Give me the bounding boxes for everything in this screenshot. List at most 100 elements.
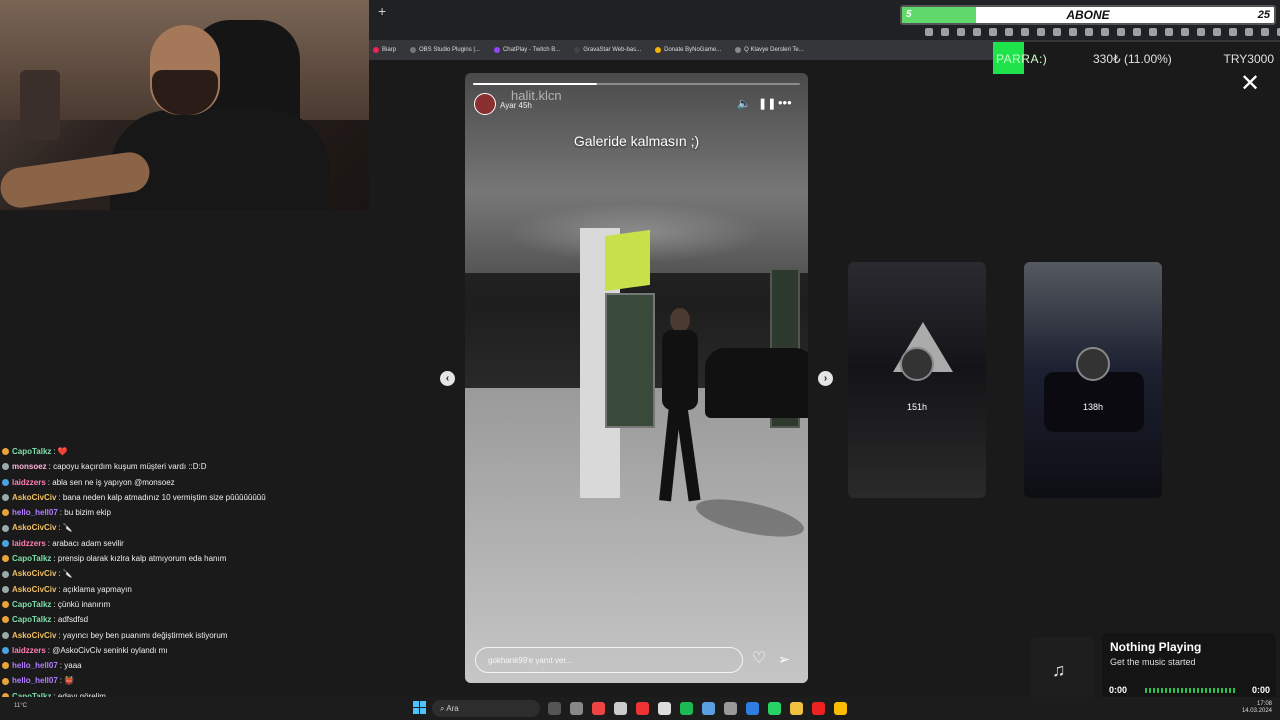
thumbnail-avatar	[900, 347, 934, 381]
chat-username[interactable]: CapoTalkz	[12, 551, 51, 566]
chat-message: AskoCivCiv: 🔪	[2, 520, 362, 535]
extension-icon[interactable]	[1149, 28, 1157, 36]
chat-username[interactable]: CapoTalkz	[12, 612, 51, 627]
chat-username[interactable]: CapoTalkz	[12, 444, 51, 459]
file-explorer-icon[interactable]	[790, 702, 803, 715]
extension-icon[interactable]	[925, 28, 933, 36]
clock-date: 14.03.2024	[1241, 708, 1272, 714]
chat-username[interactable]: AskoCivCiv	[12, 628, 56, 643]
bookmark-label: OBS Studio Plugins |...	[419, 47, 480, 53]
chat-username[interactable]: AskoCivCiv	[12, 566, 56, 581]
chat-text: : çünkü inanırım	[53, 599, 111, 609]
app-icon[interactable]	[636, 702, 649, 715]
app-icon[interactable]	[702, 702, 715, 715]
extension-icon[interactable]	[1213, 28, 1221, 36]
music-progress-bar	[1145, 688, 1237, 693]
extension-icon[interactable]	[989, 28, 997, 36]
app-icon[interactable]	[658, 702, 671, 715]
story-thumbnail[interactable]: 138h	[1024, 262, 1162, 498]
weather-widget[interactable]: 11°C	[14, 703, 27, 709]
chat-username[interactable]: hello_hell07	[12, 505, 58, 520]
bookmark-star-icon[interactable]	[973, 28, 981, 36]
chat-username[interactable]: monsoez	[12, 459, 47, 474]
extension-icon[interactable]	[941, 28, 949, 36]
extension-icon[interactable]	[1101, 28, 1109, 36]
app-icon[interactable]	[614, 702, 627, 715]
bookmark-label: GravaStar Web-bas...	[583, 47, 642, 53]
app-icon[interactable]	[746, 702, 759, 715]
chat-message: CapoTalkz: prensip olarak kızlra kalp at…	[2, 551, 362, 566]
more-options-icon[interactable]: •••	[778, 95, 792, 110]
extension-icon[interactable]	[1037, 28, 1045, 36]
pause-icon[interactable]: ❚❚	[758, 97, 776, 110]
close-icon[interactable]: ✕	[1238, 72, 1262, 96]
windows-start-icon[interactable]	[413, 701, 426, 714]
taskbar-clock[interactable]: 17:08 14.03.2024	[1242, 701, 1272, 715]
whatsapp-icon[interactable]	[768, 702, 781, 715]
chat-message: CapoTalkz: adfsdfsd	[2, 612, 362, 627]
chat-username[interactable]: AskoCivCiv	[12, 520, 56, 535]
chat-username[interactable]: laidzzers	[12, 475, 46, 490]
like-heart-icon[interactable]: ♡	[752, 651, 766, 667]
chat-message: laidzzers: @AskoCivCiv seninki oylandı m…	[2, 643, 362, 658]
extension-icon[interactable]	[1261, 28, 1269, 36]
chat-badge-icon	[2, 616, 9, 624]
app-icon[interactable]	[570, 702, 583, 715]
app-icon[interactable]	[724, 702, 737, 715]
new-tab-button[interactable]: +	[378, 4, 392, 18]
extension-icon[interactable]	[1053, 28, 1061, 36]
chat-text: : açıklama yapmayın	[58, 584, 132, 594]
volume-icon[interactable]: 🔈	[737, 97, 751, 110]
extension-icon[interactable]	[1245, 28, 1253, 36]
extension-icon[interactable]	[1117, 28, 1125, 36]
previous-story-chevron-icon[interactable]: ‹	[440, 371, 455, 386]
spotify-icon[interactable]	[680, 702, 693, 715]
bookmark-item[interactable]: OBS Studio Plugins |...	[410, 47, 480, 53]
extension-icon[interactable]	[1181, 28, 1189, 36]
bookmark-item[interactable]: Q Klavye Dersleri Te...	[735, 47, 804, 53]
chat-message: AskoCivCiv: 🔪	[2, 566, 362, 581]
chat-username[interactable]: AskoCivCiv	[12, 490, 56, 505]
extension-icon[interactable]	[1197, 28, 1205, 36]
chat-username[interactable]: hello_hell07	[12, 673, 58, 688]
chat-username[interactable]: laidzzers	[12, 536, 46, 551]
station-sign	[605, 229, 650, 292]
extension-icon[interactable]	[1165, 28, 1173, 36]
chat-text: : 🔪	[58, 569, 73, 579]
story-thumbnail[interactable]: 151h	[848, 262, 986, 498]
task-view-icon[interactable]	[548, 702, 561, 715]
app-icon[interactable]	[812, 702, 825, 715]
chat-username[interactable]: AskoCivCiv	[12, 582, 56, 597]
chat-badge-icon	[2, 677, 9, 685]
app-icon[interactable]	[592, 702, 605, 715]
story-avatar[interactable]	[474, 93, 496, 115]
taskbar-apps	[548, 702, 847, 715]
extension-icon[interactable]	[1021, 28, 1029, 36]
bookmark-item[interactable]: ChatPlay - Twitch B...	[493, 47, 560, 53]
chat-text: : bu bizim ekip	[59, 508, 111, 518]
bookmark-item[interactable]: GravaStar Web-bas...	[574, 47, 641, 53]
extension-icon[interactable]	[1069, 28, 1077, 36]
extension-icon[interactable]	[1229, 28, 1237, 36]
send-icon[interactable]: ➢	[778, 651, 790, 667]
next-story-chevron-icon[interactable]: ›	[818, 371, 833, 386]
extension-icon[interactable]	[1133, 28, 1141, 36]
chat-username[interactable]: laidzzers	[12, 643, 46, 658]
music-elapsed: 0:00	[1109, 685, 1128, 695]
chat-username[interactable]: hello_hell07	[12, 658, 58, 673]
chat-username[interactable]: CapoTalkz	[12, 597, 51, 612]
taskbar-search[interactable]: ⌕ Ara	[432, 700, 540, 717]
extension-icon[interactable]	[957, 28, 965, 36]
chrome-icon[interactable]	[834, 702, 847, 715]
chat-badge-icon	[2, 570, 9, 578]
music-note-icon: ♫	[1052, 660, 1066, 680]
bookmark-item[interactable]: Donate ByNoGame...	[655, 47, 721, 53]
extension-icon[interactable]	[1085, 28, 1093, 36]
extension-icon[interactable]	[1005, 28, 1013, 36]
thumbnail-avatar	[1076, 347, 1110, 381]
chat-badge-icon	[2, 647, 9, 654]
chat-message: AskoCivCiv: açıklama yapmayın	[2, 582, 362, 597]
reply-input[interactable]: gokhank99'e yanıt ver...	[475, 647, 743, 673]
story-viewer[interactable]: halit.klcn Ayar 45h 🔈 ❚❚ ••• Galeride ka…	[465, 73, 808, 683]
bookmark-item[interactable]: Biarp	[373, 47, 396, 53]
